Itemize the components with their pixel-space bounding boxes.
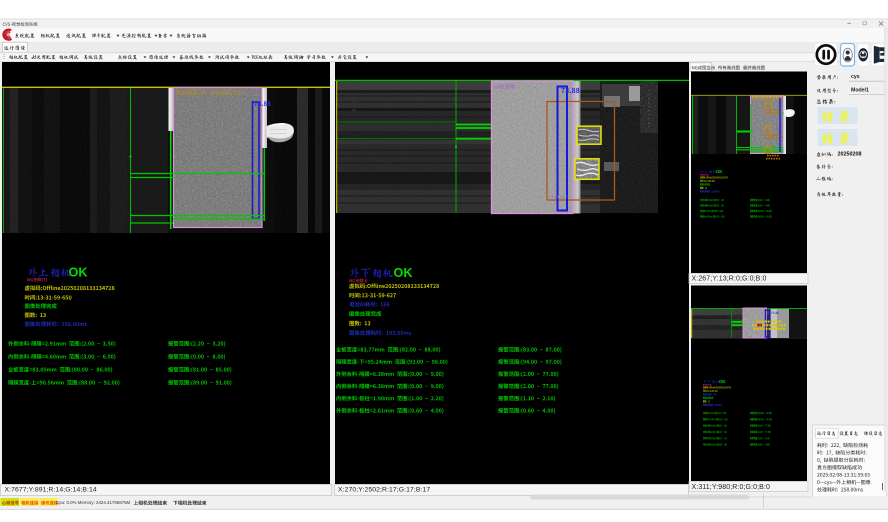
svg-text:Model1: Model1 [851,87,869,93]
svg-text:X:311;Y:980;R:0;G:0;B:0: X:311;Y:980;R:0;G:0;B:0 [692,484,770,491]
svg-text:cys: cys [851,74,860,80]
svg-text:20250208: 20250208 [838,152,862,158]
svg-text:OK: OK [716,169,723,174]
svg-text:OK: OK [719,379,726,384]
svg-text:OK: OK [69,266,88,280]
svg-text:X:7677;Y:891;R:14;G:14;B:14: X:7677;Y:891;R:14;G:14;B:14 [5,487,97,494]
svg-text:X:267;Y:13;R:0;G:0;B:0: X:267;Y:13;R:0;G:0;B:0 [692,276,767,283]
svg-text:71.58 40.7: 71.58 40.7 [549,194,569,199]
svg-text:OK: OK [394,266,413,280]
svg-text:Cpu: 0.0% Memory: 3424.4179687: Cpu: 0.0% Memory: 3424.41796875M [56,500,131,505]
svg-text:X:270;Y:2502;R:17;G:17;B:17: X:270;Y:2502;R:17;G:17;B:17 [338,487,430,494]
